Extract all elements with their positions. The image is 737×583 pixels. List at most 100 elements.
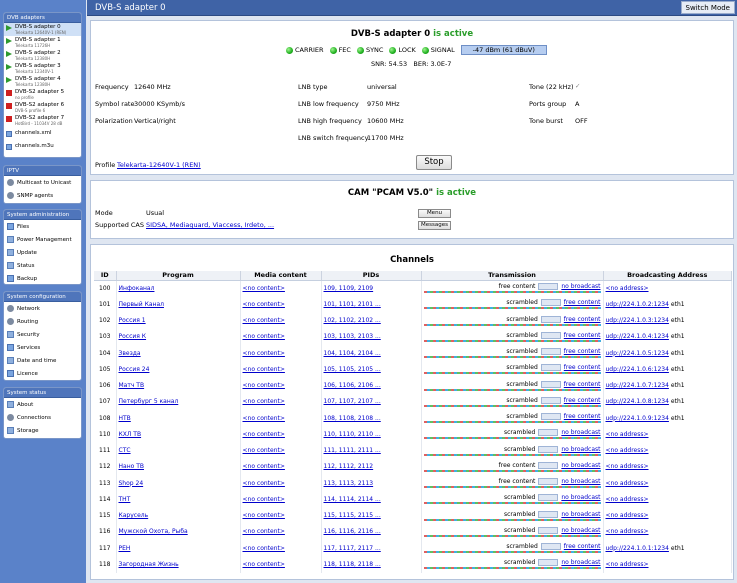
program-link[interactable]: НТВ [119,415,131,422]
program-link[interactable]: Россия К [119,333,147,340]
program-link[interactable]: Загородная Жизнь [119,561,179,568]
broadcast-link[interactable]: no broadcast [561,429,600,436]
sidebar-item-power-management[interactable]: Power Management [4,233,81,246]
program-link[interactable]: Россия 1 [119,317,146,324]
media-link[interactable]: <no content> [243,415,285,422]
sidebar-item-adapter[interactable]: DVB-S adapter 3 Telekarta 12340V-1 [4,62,81,75]
broadcast-link[interactable]: free content [564,381,601,388]
media-link[interactable]: <no content> [243,317,285,324]
sidebar-item-status[interactable]: Status [4,259,81,272]
pids-link[interactable]: 116, 1116, 2116 ... [324,528,381,535]
media-link[interactable]: <no content> [243,301,285,308]
sidebar-item-security[interactable]: Security [4,328,81,341]
program-link[interactable]: Shop 24 [119,480,144,487]
sidebar-item-update[interactable]: Update [4,246,81,259]
media-link[interactable]: <no content> [243,480,285,487]
media-link[interactable]: <no content> [243,496,285,503]
program-link[interactable]: ТНТ [119,496,131,503]
media-link[interactable]: <no content> [243,398,285,405]
broadcast-link[interactable]: no broadcast [561,446,600,453]
address-link[interactable]: udp://224.1.0.4:1234 [606,333,669,340]
address-link[interactable]: <no address> [606,561,649,568]
broadcast-link[interactable]: no broadcast [561,478,600,485]
sidebar-item-services[interactable]: Services [4,341,81,354]
sidebar-item-adapter[interactable]: DVB-S2 adapter 7 HotBird - 11034V 28 dB [4,114,81,127]
broadcast-link[interactable]: free content [564,364,601,371]
address-link[interactable]: <no address> [606,512,649,519]
media-link[interactable]: <no content> [243,382,285,389]
pids-link[interactable]: 118, 1118, 2118 ... [324,561,381,568]
sidebar-item-routing[interactable]: Routing [4,315,81,328]
sidebar-item-snmp[interactable]: SNMP agents [4,189,81,202]
sidebar-item-adapter[interactable]: DVB-S adapter 0 Telekarta 12640V-1 (REN) [4,23,81,36]
address-link[interactable]: <no address> [606,431,649,438]
program-link[interactable]: Матч ТВ [119,382,145,389]
profile-link[interactable]: Telekarta-12640V-1 (REN) [117,161,201,169]
pids-link[interactable]: 113, 1113, 2113 [324,480,374,487]
switch-mode-button[interactable]: Switch Mode [680,1,735,14]
address-link[interactable]: <no address> [606,480,649,487]
media-link[interactable]: <no content> [243,447,285,454]
broadcast-link[interactable]: no broadcast [561,527,600,534]
address-link[interactable]: udp://224.1.0.5:1234 [606,350,669,357]
media-link[interactable]: <no content> [243,350,285,357]
pids-link[interactable]: 101, 1101, 2101 ... [324,301,381,308]
media-link[interactable]: <no content> [243,463,285,470]
sidebar-item-adapter[interactable]: DVB-S2 adapter 5 no profile [4,88,81,101]
address-link[interactable]: udp://224.1.0.7:1234 [606,382,669,389]
sidebar-item-network[interactable]: Network [4,302,81,315]
sidebar-item-storage[interactable]: Storage [4,424,81,437]
address-link[interactable]: <no address> [606,528,649,535]
broadcast-link[interactable]: no broadcast [561,462,600,469]
address-link[interactable]: <no address> [606,447,649,454]
pids-link[interactable]: 111, 1111, 2111 ... [324,447,381,454]
sidebar-item-adapter[interactable]: channels.xml [4,127,81,140]
sidebar-item-multicast[interactable]: Multicast to Unicast [4,176,81,189]
pids-link[interactable]: 105, 1105, 2105 ... [324,366,381,373]
media-link[interactable]: <no content> [243,512,285,519]
media-link[interactable]: <no content> [243,285,285,292]
menu-button[interactable]: Menu [418,209,451,218]
broadcast-link[interactable]: free content [564,348,601,355]
pids-link[interactable]: 104, 1104, 2104 ... [324,350,381,357]
program-link[interactable]: Мужской Охота, Рыба [119,528,188,535]
program-link[interactable]: Нано ТВ [119,463,144,470]
sidebar-item-date-time[interactable]: Date and time [4,354,81,367]
pids-link[interactable]: 107, 1107, 2107 ... [324,398,381,405]
program-link[interactable]: Инфоканал [119,285,155,292]
sidebar-item-about[interactable]: About [4,398,81,411]
broadcast-link[interactable]: free content [564,332,601,339]
broadcast-link[interactable]: free content [564,413,601,420]
sidebar-item-backup[interactable]: Backup [4,272,81,284]
program-link[interactable]: КХЛ ТВ [119,431,142,438]
stop-button[interactable]: Stop [416,155,452,170]
broadcast-link[interactable]: free content [564,543,601,550]
broadcast-link[interactable]: no broadcast [561,511,600,518]
broadcast-link[interactable]: free content [564,397,601,404]
media-link[interactable]: <no content> [243,366,285,373]
sidebar-item-adapter[interactable]: channels.m3u [4,140,81,153]
program-link[interactable]: РЕН [119,545,131,552]
address-link[interactable]: udp://224.1.0.2:1234 [606,301,669,308]
media-link[interactable]: <no content> [243,528,285,535]
pids-link[interactable]: 102, 1102, 2102 ... [324,317,381,324]
pids-link[interactable]: 117, 1117, 2117 ... [324,545,381,552]
pids-link[interactable]: 106, 1106, 2106 ... [324,382,381,389]
media-link[interactable]: <no content> [243,431,285,438]
media-link[interactable]: <no content> [243,333,285,340]
sidebar-item-connections[interactable]: Connections [4,411,81,424]
program-link[interactable]: Петербург 5 канал [119,398,179,405]
pids-link[interactable]: 115, 1115, 2115 ... [324,512,381,519]
program-link[interactable]: Россия 24 [119,366,150,373]
broadcast-link[interactable]: no broadcast [561,559,600,566]
broadcast-link[interactable]: free content [564,299,601,306]
program-link[interactable]: СТС [119,447,131,454]
sidebar-item-files[interactable]: Files [4,220,81,233]
address-link[interactable]: udp://224.1.0.9:1234 [606,415,669,422]
sidebar-item-adapter[interactable]: DVB-S adapter 1 Telekarta 11726H [4,36,81,49]
address-link[interactable]: udp://224.1.0.1:1234 [606,545,669,552]
broadcast-link[interactable]: free content [564,316,601,323]
address-link[interactable]: udp://224.1.0.8:1234 [606,398,669,405]
sidebar-item-licence[interactable]: Licence [4,367,81,380]
tone-checkbox[interactable]: ✓ [575,82,580,90]
